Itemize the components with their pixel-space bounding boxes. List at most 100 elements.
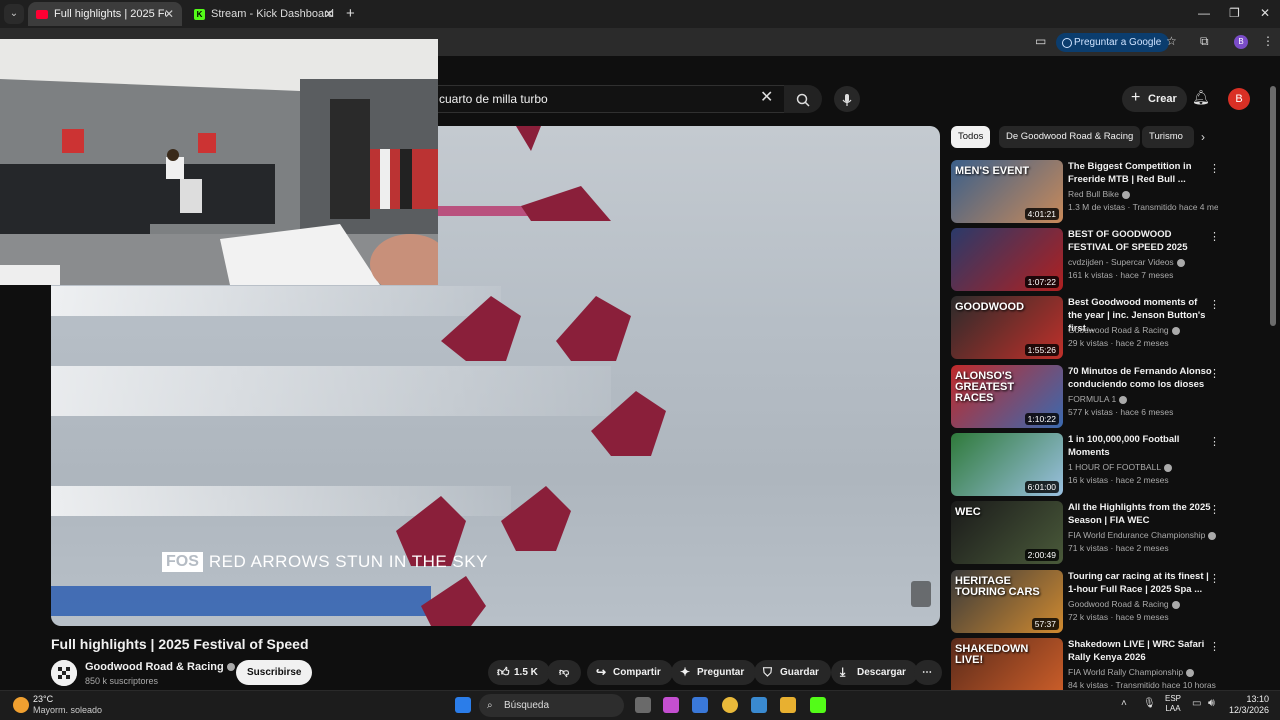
more-options-icon[interactable]: ⋮ — [1209, 640, 1220, 653]
video-duration: 57:37 — [1031, 618, 1059, 630]
subscribe-button[interactable]: Suscribirse — [236, 660, 313, 685]
ask-google-button[interactable]: Preguntar a Google — [1056, 33, 1170, 52]
bookmark-star-icon[interactable]: ☆ — [1166, 34, 1177, 48]
recommendation-item[interactable]: HERITAGE TOURING CARS 57:37 Touring car ra… — [951, 570, 1221, 634]
recommendation-channel[interactable]: FIA World Endurance Championship — [1068, 530, 1217, 540]
video-thumbnail[interactable]: ALONSO'S GREATEST RACES 1:10:22 — [951, 365, 1063, 428]
kick-favicon-icon: K — [194, 8, 205, 20]
store-icon[interactable] — [692, 697, 708, 713]
windows-start-icon[interactable] — [455, 697, 471, 713]
recommendation-item[interactable]: 1:07:22 BEST OF GOODWOOD FESTIVAL OF SPEE… — [951, 228, 1221, 292]
weather-temp[interactable]: 23°C — [33, 694, 53, 704]
recommendation-channel[interactable]: cvdzijden - Supercar Videos — [1068, 257, 1185, 267]
recommendation-item[interactable]: GOODWOOD 1:55:26 Best Goodwood moments of … — [951, 296, 1221, 360]
recommendation-title[interactable]: Shakedown LIVE | WRC Safari Rally Kenya … — [1068, 638, 1213, 664]
volume-icon[interactable]: 🔊︎ — [1208, 697, 1215, 710]
download-button[interactable]: ⤓ Descargar — [831, 660, 918, 685]
recommendation-item[interactable]: 6:01:00 1 in 100,000,000 Football Moments… — [951, 433, 1221, 497]
task-view-icon[interactable] — [635, 697, 651, 713]
thumbs-down-icon: 👎︎ — [559, 667, 570, 678]
channel-name[interactable]: Goodwood Road & Racing — [85, 661, 235, 673]
recommendation-channel[interactable]: FORMULA 1 — [1068, 394, 1128, 404]
more-options-icon[interactable]: ⋮ — [1209, 367, 1220, 380]
recommendation-item[interactable]: MEN'S EVENT 4:01:21 The Biggest Competitio… — [951, 160, 1221, 224]
more-options-icon[interactable]: ⋮ — [1209, 435, 1220, 448]
network-icon[interactable]: ▭ — [1192, 698, 1201, 709]
search-icon: ⌕ — [487, 700, 493, 711]
scrollbar[interactable] — [1270, 86, 1276, 326]
new-tab-icon[interactable]: + — [346, 5, 355, 22]
ask-button[interactable]: ✦ Preguntar — [671, 660, 757, 685]
recommendation-title[interactable]: 70 Minutos de Fernando Alonso conduciend… — [1068, 365, 1213, 391]
recommendation-channel[interactable]: Goodwood Road & Racing — [1068, 325, 1180, 335]
weather-desc[interactable]: Mayorm. soleado — [33, 705, 102, 715]
chip-channel[interactable]: De Goodwood Road & Racing — [999, 126, 1141, 148]
recommendation-title[interactable]: Touring car racing at its finest | 1-hou… — [1068, 570, 1213, 596]
recommendation-title[interactable]: BEST OF GOODWOOD FESTIVAL OF SPEED 2025 — [1068, 228, 1213, 254]
video-thumbnail[interactable]: MEN'S EVENT 4:01:21 — [951, 160, 1063, 223]
recommendation-channel[interactable]: Red Bull Bike — [1068, 189, 1131, 199]
video-thumbnail[interactable]: 6:01:00 — [951, 433, 1063, 496]
share-icon: ↪ — [596, 665, 607, 679]
recommendation-channel[interactable]: 1 HOUR OF FOOTBALL — [1068, 462, 1173, 472]
channel-label: Red Bull Bike — [1068, 189, 1120, 199]
recommendation-title[interactable]: All the Highlights from the 2025 Season … — [1068, 501, 1213, 527]
recommendation-title[interactable]: 1 in 100,000,000 Football Moments — [1068, 433, 1213, 459]
recommendation-channel[interactable]: Goodwood Road & Racing — [1068, 599, 1180, 609]
verified-icon — [1164, 463, 1173, 472]
more-options-icon[interactable]: ⋮ — [1209, 298, 1220, 311]
save-button[interactable]: ⛉ Guardar — [754, 660, 831, 685]
channel-avatar[interactable] — [51, 660, 77, 686]
recommendation-title[interactable]: The Biggest Competition in Freeride MTB … — [1068, 160, 1213, 186]
more-options-icon[interactable]: ⋮ — [1209, 162, 1220, 175]
clear-search-icon[interactable]: ✕ — [760, 87, 773, 107]
more-options-icon[interactable]: ⋮ — [1209, 503, 1220, 516]
recommendation-channel[interactable]: FIA World Rally Championship — [1068, 667, 1195, 677]
copilot-icon[interactable] — [663, 697, 679, 713]
file-explorer-icon[interactable] — [780, 697, 796, 713]
restore-icon[interactable]: ❐ — [1229, 6, 1240, 20]
search-button[interactable] — [784, 85, 822, 113]
browser-profile-avatar[interactable]: B — [1234, 35, 1248, 49]
app-icon[interactable] — [751, 697, 767, 713]
more-options-icon[interactable]: ⋮ — [1209, 572, 1220, 585]
clock-time[interactable]: 13:10 — [1229, 694, 1269, 704]
notifications-bell-icon[interactable]: 🔔︎ — [1192, 89, 1210, 106]
like-button[interactable]: 👍︎ 1.5 K — [488, 660, 550, 685]
account-avatar[interactable]: B — [1228, 88, 1250, 110]
video-thumbnail[interactable]: WEC 2:00:49 — [951, 501, 1063, 564]
tray-chevron-icon[interactable]: ˄ — [1121, 698, 1127, 709]
video-thumbnail[interactable]: GOODWOOD 1:55:26 — [951, 296, 1063, 359]
language-indicator[interactable]: ESP LAA — [1165, 694, 1181, 714]
microphone-tray-icon[interactable]: 🎙︎ — [1143, 698, 1156, 709]
chip-tourism[interactable]: Turismo — [1142, 126, 1194, 148]
cast-icon[interactable]: ▭ — [1035, 34, 1046, 48]
chip-all[interactable]: Todos — [951, 126, 991, 148]
more-actions-button[interactable]: ⋯ — [914, 660, 942, 685]
create-button[interactable]: Crear — [1122, 85, 1187, 112]
close-window-icon[interactable]: ✕ — [1260, 6, 1270, 20]
clock-date[interactable]: 12/3/2026 — [1229, 705, 1269, 715]
recommendation-item[interactable]: ALONSO'S GREATEST RACES 1:10:22 70 Minutos… — [951, 365, 1221, 429]
tab-kick[interactable]: K Stream - Kick Dashboard ✕ — [186, 2, 342, 26]
tab-search-button[interactable]: ⌄ — [4, 4, 24, 24]
more-options-icon[interactable]: ⋮ — [1209, 230, 1220, 243]
share-button[interactable]: ↪ Compartir — [587, 660, 673, 685]
video-thumbnail[interactable]: 1:07:22 — [951, 228, 1063, 291]
kick-app-icon[interactable] — [810, 697, 826, 713]
dislike-button[interactable]: 👎︎ — [547, 660, 582, 685]
close-tab-icon[interactable]: ✕ — [324, 7, 334, 21]
voice-search-button[interactable] — [834, 86, 860, 112]
chrome-icon[interactable] — [722, 697, 738, 713]
video-thumbnail[interactable]: HERITAGE TOURING CARS 57:37 — [951, 570, 1063, 633]
chevron-right-icon[interactable]: › — [1201, 130, 1205, 144]
recommendation-item[interactable]: WEC 2:00:49 All the Highlights from the 20… — [951, 501, 1221, 565]
taskbar-search[interactable]: ⌕ Búsqueda — [479, 694, 624, 717]
close-tab-icon[interactable]: ✕ — [164, 7, 174, 21]
minimize-icon[interactable]: — — [1198, 6, 1210, 20]
weather-icon[interactable] — [13, 697, 29, 713]
browser-menu-icon[interactable]: ⋮ — [1262, 34, 1274, 48]
extensions-icon[interactable]: ⧉ — [1200, 34, 1209, 49]
tab-youtube[interactable]: Full highlights | 2025 Festival of Speed… — [28, 2, 182, 26]
search-input[interactable]: cuarto de milla turbo — [430, 85, 784, 113]
